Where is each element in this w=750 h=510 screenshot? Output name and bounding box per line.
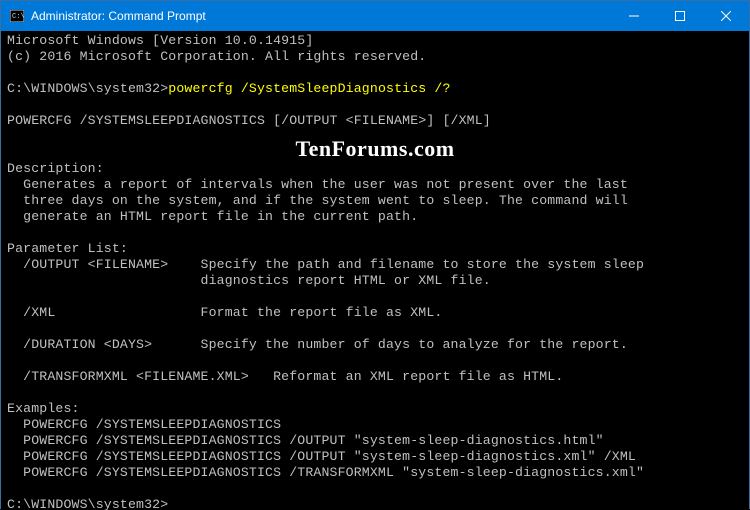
description-line: Generates a report of intervals when the… (7, 177, 628, 192)
parameter-line: /DURATION <DAYS> Specify the number of d… (7, 337, 628, 352)
description-line: three days on the system, and if the sys… (7, 193, 628, 208)
maximize-button[interactable] (657, 1, 703, 31)
parameter-header: Parameter List: (7, 241, 128, 256)
minimize-button[interactable] (611, 1, 657, 31)
close-button[interactable] (703, 1, 749, 31)
window-controls (611, 1, 749, 31)
parameter-line: diagnostics report HTML or XML file. (7, 273, 491, 288)
watermark-text: TenForums.com (295, 141, 454, 157)
window-title: Administrator: Command Prompt (31, 9, 611, 23)
svg-text:C:\: C:\ (12, 13, 24, 21)
description-line: generate an HTML report file in the curr… (7, 209, 418, 224)
parameter-line: /TRANSFORMXML <FILENAME.XML> Reformat an… (7, 369, 563, 384)
prompt-path: C:\WINDOWS\system32> (7, 497, 168, 510)
entered-command: powercfg /SystemSleepDiagnostics /? (168, 81, 450, 96)
banner-line: Microsoft Windows [Version 10.0.14915] (7, 33, 313, 48)
parameter-line: /OUTPUT <FILENAME> Specify the path and … (7, 257, 644, 272)
titlebar[interactable]: C:\ Administrator: Command Prompt (1, 1, 749, 31)
usage-line: POWERCFG /SYSTEMSLEEPDIAGNOSTICS [/OUTPU… (7, 113, 491, 128)
example-line: POWERCFG /SYSTEMSLEEPDIAGNOSTICS (7, 417, 281, 432)
parameter-line: /XML Format the report file as XML. (7, 305, 442, 320)
terminal-output[interactable]: Microsoft Windows [Version 10.0.14915] (… (1, 31, 749, 510)
cmd-icon: C:\ (9, 8, 25, 24)
examples-header: Examples: (7, 401, 80, 416)
example-line: POWERCFG /SYSTEMSLEEPDIAGNOSTICS /TRANSF… (7, 465, 644, 480)
description-header: Description: (7, 161, 104, 176)
example-line: POWERCFG /SYSTEMSLEEPDIAGNOSTICS /OUTPUT… (7, 449, 636, 464)
prompt-path: C:\WINDOWS\system32> (7, 81, 168, 96)
example-line: POWERCFG /SYSTEMSLEEPDIAGNOSTICS /OUTPUT… (7, 433, 604, 448)
banner-line: (c) 2016 Microsoft Corporation. All righ… (7, 49, 426, 64)
cursor (168, 498, 176, 510)
